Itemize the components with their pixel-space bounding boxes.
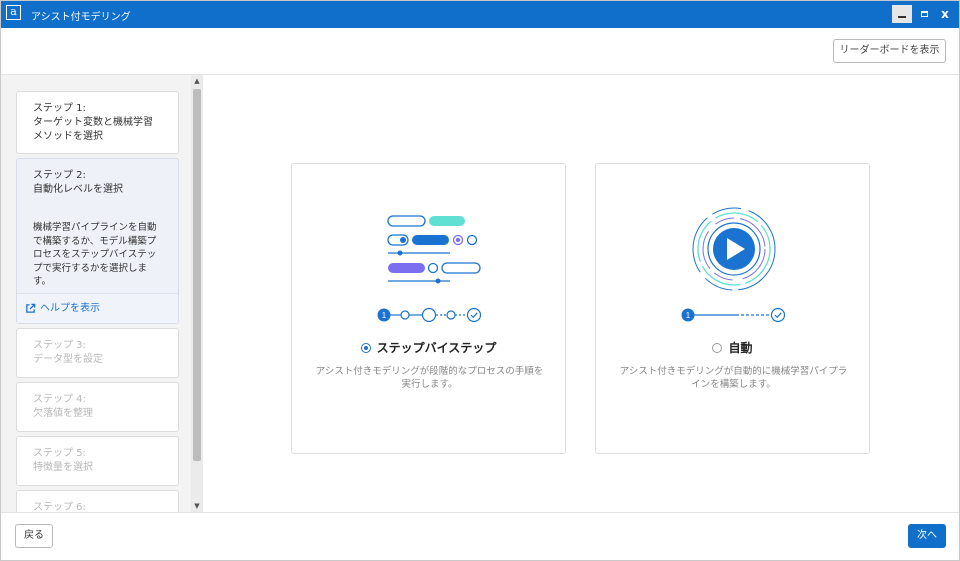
progress-step-number: 1: [382, 311, 387, 320]
show-help-link[interactable]: ヘルプを表示: [17, 293, 178, 323]
step-label: ステップ 3:: [33, 340, 86, 351]
scroll-up-arrow-icon[interactable]: ▲: [191, 75, 203, 87]
back-button[interactable]: 戻る: [15, 524, 53, 548]
sidebar-step-3: ステップ 3: データ型を設定: [16, 328, 179, 378]
help-label: ヘルプを表示: [40, 303, 100, 314]
close-button[interactable]: x: [935, 5, 955, 23]
step-label: ステップ 2:: [33, 170, 86, 181]
automatic-radio-row[interactable]: 自動: [596, 339, 869, 356]
top-toolbar: リーダーボードを表示: [1, 28, 959, 75]
sidebar-step-1[interactable]: ステップ 1: ターゲット変数と機械学習メソッドを選択: [16, 91, 179, 154]
automatic-option-card[interactable]: 1 自動 アシスト付きモデリングが自動的に機械学習パイプラインを構築します。: [595, 163, 870, 454]
step-by-step-radio-row[interactable]: ステップバイステップ: [292, 339, 565, 356]
sidebar-step-5: ステップ 5: 特徴量を選択: [16, 436, 179, 486]
window-title: アシスト付モデリング: [31, 12, 131, 23]
step-title: ターゲット変数と機械学習メソッドを選択: [33, 117, 153, 142]
scroll-thumb[interactable]: [193, 89, 201, 461]
app-logo-icon: a: [6, 5, 21, 20]
step-title: 欠落値を整理: [33, 408, 93, 419]
steps-sidebar: ステップ 1: ターゲット変数と機械学習メソッドを選択 ステップ 2: 自動化レ…: [1, 75, 203, 512]
next-button[interactable]: 次へ: [908, 524, 946, 548]
step-title: データ型を設定: [33, 354, 103, 365]
show-leaderboard-button[interactable]: リーダーボードを表示: [833, 39, 946, 63]
footer-bar: 戻る 次へ: [1, 512, 959, 560]
step-label: ステップ 6:: [33, 502, 86, 512]
step-by-step-label: ステップバイステップ: [376, 341, 497, 355]
minimize-button[interactable]: [892, 5, 912, 23]
scroll-down-arrow-icon[interactable]: ▼: [191, 500, 203, 512]
sidebar-scrollbar[interactable]: ▲ ▼: [191, 75, 203, 512]
step-label: ステップ 1:: [33, 103, 86, 114]
step-title: 特徴量を選択: [33, 462, 93, 473]
step-by-step-radio[interactable]: [360, 342, 371, 353]
automatic-label: 自動: [728, 341, 753, 355]
step-label: ステップ 5:: [33, 448, 86, 459]
automatic-description: アシスト付きモデリングが自動的に機械学習パイプラインを構築します。: [619, 366, 848, 390]
automatic-illustration: 1: [681, 207, 786, 323]
sidebar-step-2[interactable]: ステップ 2: 自動化レベルを選択 機械学習パイプラインを自動で構築するか、モデ…: [16, 158, 179, 324]
external-link-icon: [26, 303, 36, 313]
step-by-step-description: アシスト付きモデリングが段階的なプロセスの手順を実行します。: [315, 366, 544, 390]
title-bar: a アシスト付モデリング x: [1, 1, 959, 28]
maximize-icon: [920, 11, 928, 17]
sidebar-step-6: ステップ 6:: [16, 490, 179, 512]
step-by-step-option-card[interactable]: 1 ステップバイステップ アシスト付きモデリングが段階的なプロセスの手順を実行し…: [291, 163, 566, 454]
main-content: 1 ステップバイステップ アシスト付きモデリングが段階的なプロセスの手順を実行し…: [203, 75, 959, 512]
step-title: 自動化レベルを選択: [33, 184, 123, 195]
maximize-button[interactable]: [914, 5, 934, 23]
minimize-icon: [898, 16, 906, 18]
progress-step-number: 1: [686, 311, 691, 320]
step-label: ステップ 4:: [33, 394, 86, 405]
step-description: 機械学習パイプラインを自動で構築するか、モデル構築プロセスをステップバイステップ…: [33, 222, 157, 287]
step-by-step-illustration: 1: [377, 215, 482, 323]
sidebar-step-4: ステップ 4: 欠落値を整理: [16, 382, 179, 432]
automatic-radio[interactable]: [712, 342, 723, 353]
assist-modeling-window: a アシスト付モデリング x リーダーボードを表示 ステップ 1: ターゲット変…: [0, 0, 960, 561]
